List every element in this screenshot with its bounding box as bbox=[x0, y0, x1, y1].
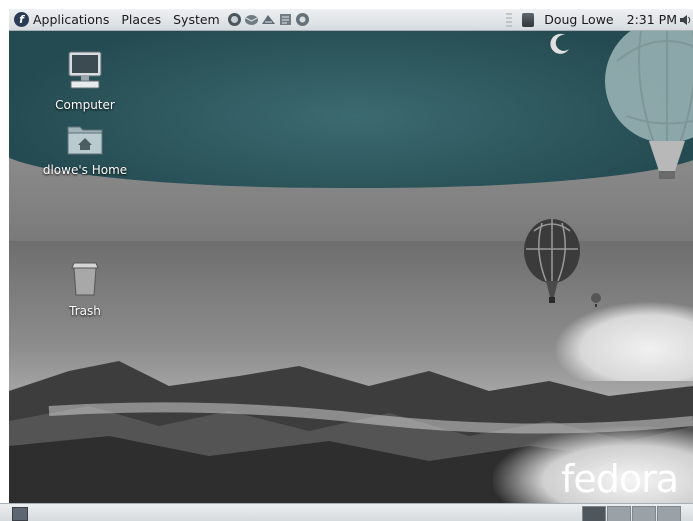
panel-right-area: Doug Lowe 2:31 PM bbox=[496, 9, 693, 30]
desktop-icon-label: Trash bbox=[69, 304, 101, 318]
applications-menu[interactable]: f Applications bbox=[9, 9, 114, 30]
panel-separator bbox=[506, 12, 513, 27]
places-menu[interactable]: Places bbox=[114, 9, 166, 30]
text-editor-icon[interactable] bbox=[278, 12, 293, 27]
trash-icon bbox=[71, 262, 99, 296]
network-icon[interactable] bbox=[261, 12, 276, 27]
workspace-4[interactable] bbox=[657, 506, 681, 521]
workspace-switcher[interactable] bbox=[581, 506, 681, 521]
help-icon[interactable] bbox=[295, 12, 310, 27]
menu-label-system: System bbox=[173, 12, 220, 27]
workspace-2[interactable] bbox=[607, 506, 631, 521]
desktop-icon-label: dlowe's Home bbox=[42, 163, 128, 177]
show-desktop-button[interactable] bbox=[12, 507, 28, 521]
workspace-3[interactable] bbox=[632, 506, 656, 521]
desktop-icon-home[interactable]: dlowe's Home bbox=[40, 121, 130, 177]
hot-air-balloon-medium bbox=[524, 219, 580, 303]
wallpaper-clouds bbox=[553, 301, 693, 381]
desktop-icon-label: Computer bbox=[55, 98, 115, 112]
desktop-icon-trash[interactable]: Trash bbox=[40, 258, 130, 318]
mail-icon[interactable] bbox=[244, 12, 259, 27]
web-browser-icon[interactable] bbox=[227, 12, 242, 27]
fedora-wallpaper-logo: fedora bbox=[561, 457, 679, 501]
volume-icon[interactable] bbox=[679, 13, 691, 27]
bottom-panel bbox=[0, 503, 693, 521]
workspace-1[interactable] bbox=[582, 506, 606, 521]
home-folder-icon bbox=[67, 126, 103, 155]
hot-air-balloon-large bbox=[605, 31, 693, 179]
top-panel: f Applications Places System Doug Lowe 2… bbox=[9, 9, 693, 31]
notification-icon[interactable] bbox=[522, 12, 535, 27]
desktop-icon-computer[interactable]: Computer bbox=[40, 50, 130, 112]
clock[interactable]: 2:31 PM bbox=[627, 12, 677, 27]
user-switcher[interactable]: Doug Lowe bbox=[544, 12, 613, 27]
system-menu[interactable]: System bbox=[166, 9, 225, 30]
desktop[interactable]: fedora Computer dlowe's Home Trash bbox=[9, 31, 693, 503]
moon-icon bbox=[550, 33, 569, 54]
computer-icon bbox=[68, 51, 102, 89]
hot-air-balloon-small bbox=[591, 293, 601, 307]
menu-label-applications: Applications bbox=[33, 12, 110, 27]
gnome-desktop-screen: fedora Computer dlowe's Home Trash f App… bbox=[0, 0, 693, 521]
menu-label-places: Places bbox=[121, 12, 162, 27]
fedora-logo-icon: f bbox=[14, 12, 29, 27]
